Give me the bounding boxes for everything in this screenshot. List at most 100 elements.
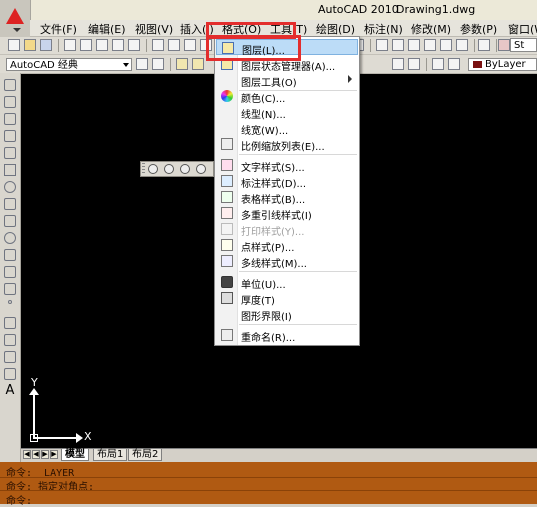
menu-item-multileader-style[interactable]: 多重引线样式(I) bbox=[216, 205, 358, 222]
menu-item-rename[interactable]: 重命名(R)... bbox=[216, 327, 358, 344]
last-tab-icon[interactable]: ▶ bbox=[50, 450, 58, 459]
make-block-icon[interactable] bbox=[4, 283, 16, 295]
spline-icon[interactable] bbox=[4, 215, 16, 227]
app-title: AutoCAD 2010 bbox=[318, 3, 399, 16]
tab-layout2[interactable]: 布局2 bbox=[128, 449, 163, 461]
layer-freeze-icon[interactable] bbox=[192, 58, 204, 70]
polygon-icon[interactable] bbox=[4, 130, 16, 142]
print-icon[interactable] bbox=[64, 39, 76, 51]
ucs-y-axis bbox=[33, 390, 35, 438]
command-prompt[interactable]: 命令: bbox=[6, 492, 32, 507]
polyline-icon[interactable] bbox=[4, 113, 16, 125]
layer-iso-icon[interactable] bbox=[432, 58, 444, 70]
scale-list-icon bbox=[221, 138, 233, 150]
web-globe-icon[interactable] bbox=[164, 164, 174, 174]
layer-walk-icon[interactable] bbox=[448, 58, 460, 70]
point-icon[interactable] bbox=[8, 300, 12, 304]
publish-icon[interactable] bbox=[96, 39, 108, 51]
web-globe-icon[interactable] bbox=[180, 164, 190, 174]
menu-modify[interactable]: 修改(M) bbox=[411, 21, 451, 37]
circle-icon[interactable] bbox=[4, 181, 16, 193]
menu-item-layer-tools[interactable]: 图层工具(O) bbox=[216, 72, 358, 89]
menu-item-linetype[interactable]: 线型(N)... bbox=[216, 104, 358, 121]
copy-icon[interactable] bbox=[168, 39, 180, 51]
construction-line-icon[interactable] bbox=[4, 96, 16, 108]
paste-icon[interactable] bbox=[184, 39, 196, 51]
workspace-select[interactable]: AutoCAD 经典 bbox=[6, 58, 132, 71]
new-file-icon[interactable] bbox=[8, 39, 20, 51]
quickcalc-icon[interactable] bbox=[456, 39, 468, 51]
menu-item-text-style[interactable]: 文字样式(S)... bbox=[216, 157, 358, 174]
text-style-select[interactable]: St bbox=[510, 38, 537, 52]
units-icon bbox=[221, 276, 233, 288]
menu-item-units[interactable]: 单位(U)... bbox=[216, 274, 358, 291]
menu-item-multiline-style[interactable]: 多线样式(M)... bbox=[216, 253, 358, 270]
menu-separator bbox=[239, 324, 357, 325]
app-menu-button[interactable] bbox=[0, 0, 31, 40]
text-style-icon[interactable] bbox=[498, 39, 510, 51]
menu-parametric[interactable]: 参数(P) bbox=[460, 21, 497, 37]
revision-cloud-icon[interactable] bbox=[4, 198, 16, 210]
menu-draw[interactable]: 绘图(D) bbox=[316, 21, 355, 37]
next-tab-icon[interactable]: ▶ bbox=[41, 450, 49, 459]
rectangle-icon[interactable] bbox=[4, 147, 16, 159]
markup-icon[interactable] bbox=[440, 39, 452, 51]
menu-item-table-style[interactable]: 表格样式(B)... bbox=[216, 189, 358, 206]
menu-edit[interactable]: 编辑(E) bbox=[88, 21, 126, 37]
3d-dwf-icon[interactable] bbox=[112, 39, 124, 51]
autocad-logo-icon bbox=[6, 8, 24, 24]
point-style-icon bbox=[221, 239, 233, 251]
command-window[interactable]: 命令: LAYER 命令: 指定对角点: 命令: bbox=[0, 462, 537, 507]
color-select[interactable]: ByLayer bbox=[468, 58, 537, 71]
menu-item-scale-list[interactable]: 比例缩放列表(E)... bbox=[216, 136, 358, 153]
chevron-down-icon bbox=[123, 63, 129, 67]
region-icon[interactable] bbox=[4, 351, 16, 363]
design-center-icon[interactable] bbox=[392, 39, 404, 51]
menu-item-dimension-style[interactable]: 标注样式(D)... bbox=[216, 173, 358, 190]
etransmit-icon[interactable] bbox=[128, 39, 140, 51]
tab-layout1[interactable]: 布局1 bbox=[93, 449, 128, 461]
table-icon[interactable] bbox=[148, 164, 158, 174]
open-folder-icon[interactable] bbox=[24, 39, 36, 51]
menu-item-lineweight[interactable]: 线宽(W)... bbox=[216, 120, 358, 137]
layer-visibility-icon[interactable] bbox=[176, 58, 188, 70]
drag-handle[interactable] bbox=[142, 163, 145, 175]
cut-icon[interactable] bbox=[152, 39, 164, 51]
toolbar-separator bbox=[496, 39, 497, 52]
web-globe-icon[interactable] bbox=[196, 164, 206, 174]
gear-icon[interactable] bbox=[136, 58, 148, 70]
workspace-settings-icon[interactable] bbox=[152, 58, 164, 70]
ellipse-arc-icon[interactable] bbox=[4, 249, 16, 261]
line-icon[interactable] bbox=[4, 79, 16, 91]
ellipse-icon[interactable] bbox=[4, 232, 16, 244]
tool-palettes-icon[interactable] bbox=[408, 39, 420, 51]
multiline-text-icon[interactable]: A bbox=[4, 384, 16, 397]
gradient-icon[interactable] bbox=[4, 334, 16, 346]
menu-item-point-style[interactable]: 点样式(P)... bbox=[216, 237, 358, 254]
save-icon[interactable] bbox=[40, 39, 52, 51]
layer-make-current-icon[interactable] bbox=[408, 58, 420, 70]
prev-tab-icon[interactable]: ◀ bbox=[32, 450, 40, 459]
properties-icon[interactable] bbox=[376, 39, 388, 51]
dim-style-icon bbox=[221, 175, 233, 187]
hatch-icon[interactable] bbox=[4, 317, 16, 329]
menu-item-color[interactable]: 颜色(C)... bbox=[216, 88, 358, 105]
arc-icon[interactable] bbox=[4, 164, 16, 176]
first-tab-icon[interactable]: ◀ bbox=[23, 450, 31, 459]
floating-toolbar bbox=[140, 161, 214, 177]
menu-item-thickness[interactable]: 厚度(T) bbox=[216, 290, 358, 307]
tab-model[interactable]: 模型 bbox=[61, 449, 89, 461]
insert-block-icon[interactable] bbox=[4, 266, 16, 278]
menu-file[interactable]: 文件(F) bbox=[40, 21, 77, 37]
menu-item-plot-style: 打印样式(Y)... bbox=[216, 221, 358, 238]
help-icon[interactable] bbox=[478, 39, 490, 51]
menu-item-drawing-limits[interactable]: 图形界限(I) bbox=[216, 306, 358, 323]
sheet-set-icon[interactable] bbox=[424, 39, 436, 51]
menu-window[interactable]: 窗口(W) bbox=[508, 21, 537, 37]
print-preview-icon[interactable] bbox=[80, 39, 92, 51]
menu-view[interactable]: 视图(V) bbox=[135, 21, 173, 37]
table-icon[interactable] bbox=[4, 368, 16, 380]
layer-previous-icon[interactable] bbox=[392, 58, 404, 70]
mleader-style-icon bbox=[221, 207, 233, 219]
menu-dimension[interactable]: 标注(N) bbox=[364, 21, 403, 37]
